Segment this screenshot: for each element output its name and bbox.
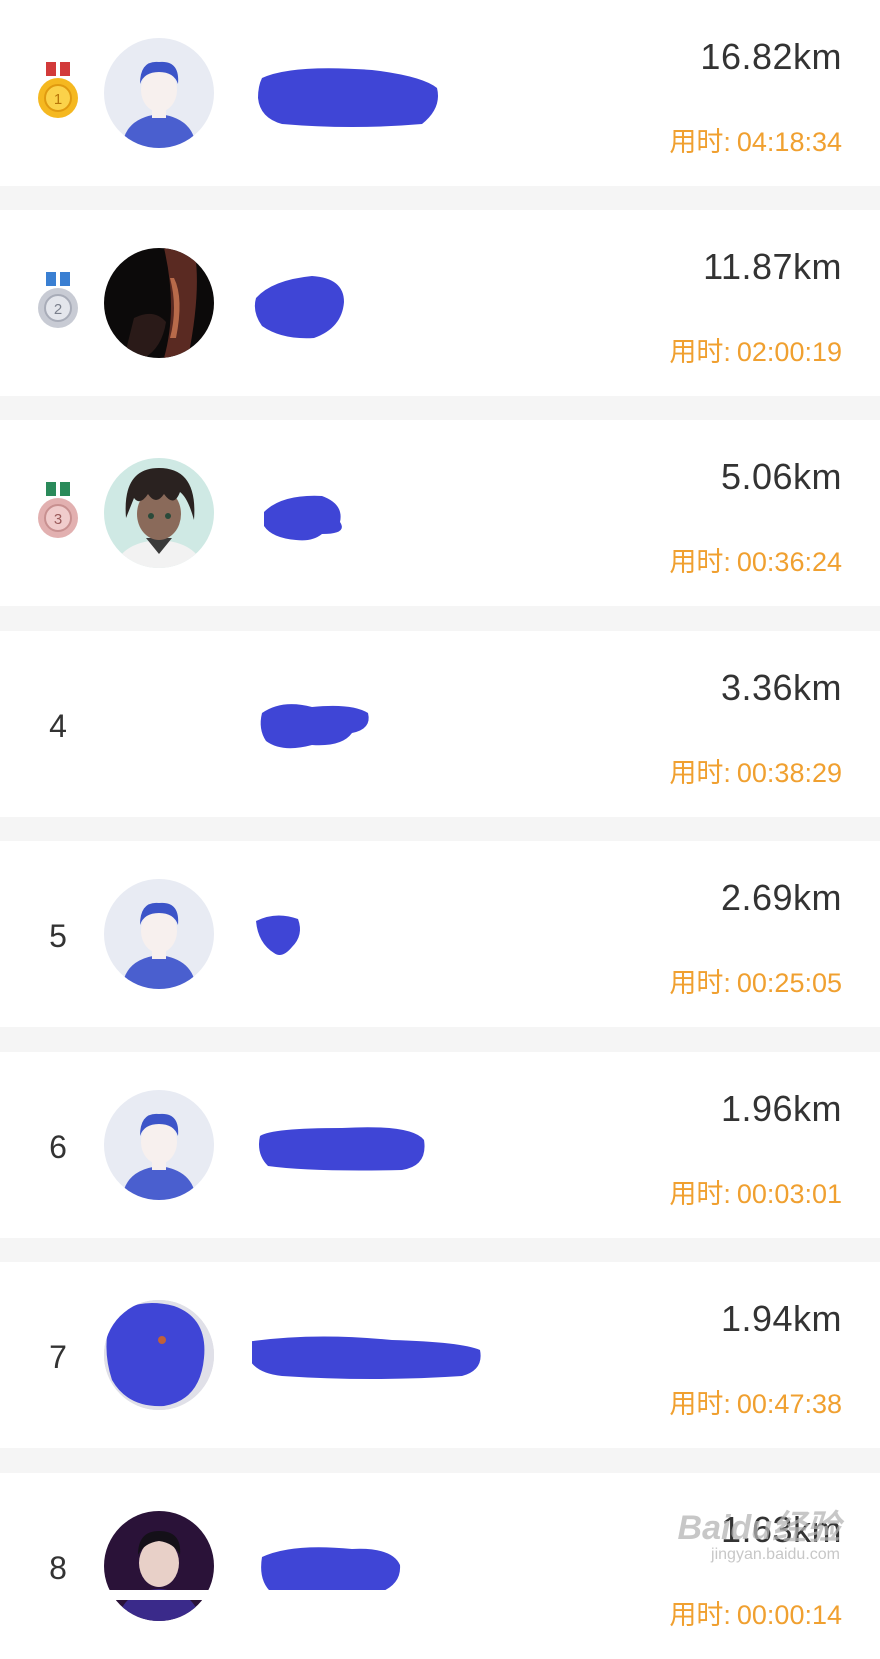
watermark-site: jingyan.baidu.com xyxy=(711,1546,840,1563)
watermark: Baidu经验 jingyan.baidu.com xyxy=(660,1500,840,1590)
bronze-medal-icon: 3 xyxy=(36,480,82,550)
duration-value: 用时: 00:36:24 xyxy=(669,540,842,579)
avatar[interactable] xyxy=(104,458,214,568)
duration-label: 用时: xyxy=(669,547,731,577)
svg-text:3: 3 xyxy=(54,511,62,528)
avatar[interactable] xyxy=(104,38,214,148)
duration-value: 用时: 00:25:05 xyxy=(669,961,842,1000)
leaderboard-row[interactable]: 4 3.36km 用时: 00:38:29 xyxy=(0,631,880,817)
leaderboard-row[interactable]: 2 11.87km 用时: 02:00:19 xyxy=(0,210,880,396)
rank-number: 7 xyxy=(49,1338,67,1375)
user-name-redacted xyxy=(252,58,512,132)
duration-time: 00:25:05 xyxy=(736,968,842,998)
distance-value: 11.87km xyxy=(703,246,842,287)
duration-time: 00:47:38 xyxy=(736,1389,842,1419)
duration-label: 用时: xyxy=(669,968,731,998)
duration-time: 00:00:14 xyxy=(736,1600,842,1630)
avatar[interactable] xyxy=(104,1090,214,1200)
user-name-redacted xyxy=(252,899,512,973)
duration-label: 用时: xyxy=(669,758,731,788)
svg-text:1: 1 xyxy=(54,91,62,108)
duration-label: 用时: xyxy=(669,337,731,367)
distance-value: 2.69km xyxy=(720,877,842,918)
rank-number: 4 xyxy=(49,707,67,744)
distance-value: 1.94km xyxy=(720,1298,842,1339)
duration-time: 02:00:19 xyxy=(736,337,842,367)
silver-medal-icon: 2 xyxy=(36,270,82,340)
user-name-redacted xyxy=(252,478,512,552)
duration-time: 04:18:34 xyxy=(736,127,842,157)
svg-text:2: 2 xyxy=(54,301,62,318)
duration-value: 用时: 02:00:19 xyxy=(669,330,842,369)
rank-number: 5 xyxy=(49,917,67,954)
avatar[interactable] xyxy=(104,1511,214,1621)
leaderboard-row[interactable]: 3 5.06km 用时: 00:36:24 xyxy=(0,420,880,606)
avatar[interactable] xyxy=(104,1300,214,1410)
leaderboard-row[interactable]: 5 2.69km 用时: 00:25:05 xyxy=(0,841,880,1027)
distance-value: 1.96km xyxy=(720,1088,842,1129)
avatar[interactable] xyxy=(104,879,214,989)
duration-value: 用时: 00:38:29 xyxy=(669,751,842,790)
leaderboard-row[interactable]: 6 1.96km 用时: 00:03:01 xyxy=(0,1052,880,1238)
leaderboard-list: 1 16.82km 用时: 04:18:34 2 11.87km 用时: 02:… xyxy=(0,0,880,1659)
watermark-brand: Baidu经验 xyxy=(677,1509,840,1547)
avatar[interactable] xyxy=(104,248,214,358)
leaderboard-row[interactable]: 1 16.82km 用时: 04:18:34 xyxy=(0,0,880,186)
distance-value: 16.82km xyxy=(700,36,842,77)
user-name-redacted xyxy=(252,1110,512,1184)
duration-time: 00:36:24 xyxy=(736,547,842,577)
user-name-redacted xyxy=(252,268,512,342)
rank-number: 6 xyxy=(49,1128,67,1165)
user-name-redacted xyxy=(252,1320,512,1394)
duration-label: 用时: xyxy=(669,1179,731,1209)
distance-value: 5.06km xyxy=(720,456,842,497)
leaderboard-row[interactable]: 7 1.94km 用时: 00:47:38 xyxy=(0,1262,880,1448)
duration-time: 00:38:29 xyxy=(736,758,842,788)
duration-label: 用时: xyxy=(669,1600,731,1630)
duration-label: 用时: xyxy=(669,1389,731,1419)
duration-value: 用时: 00:47:38 xyxy=(669,1382,842,1421)
duration-value: 用时: 04:18:34 xyxy=(669,120,842,159)
distance-value: 3.36km xyxy=(720,667,842,708)
user-name-redacted xyxy=(252,689,512,763)
bottom-edge xyxy=(0,1590,880,1600)
gold-medal-icon: 1 xyxy=(36,60,82,130)
duration-label: 用时: xyxy=(669,127,731,157)
duration-time: 00:03:01 xyxy=(736,1179,842,1209)
duration-value: 用时: 00:03:01 xyxy=(669,1172,842,1211)
